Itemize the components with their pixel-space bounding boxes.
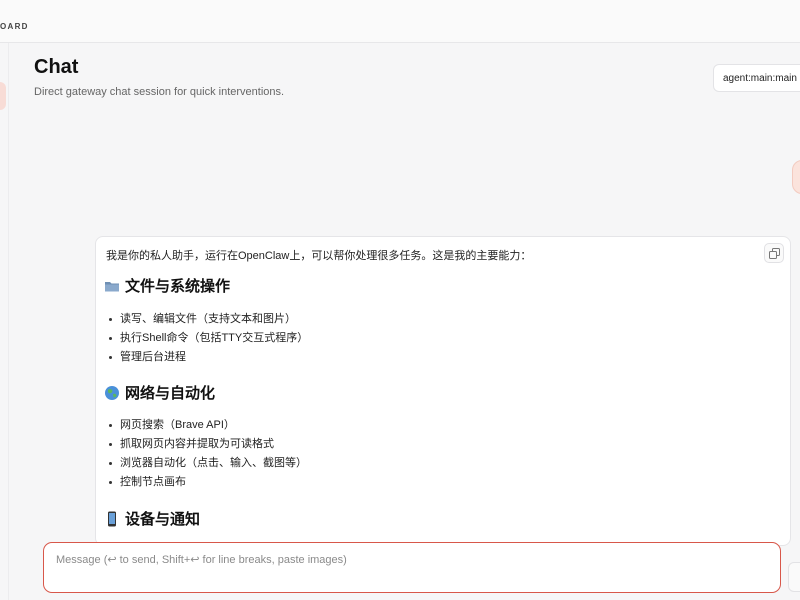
- message-composer[interactable]: [43, 542, 781, 593]
- message-intro: 我是你的私人助手，运行在OpenClaw上，可以帮你处理很多任务。这是我的主要能…: [106, 250, 532, 262]
- copy-icon: [768, 247, 780, 259]
- sidebar-item-active[interactable]: [0, 82, 6, 110]
- bullet-list: 读写、编辑文件（支持文本和图片） 执行Shell命令（包括TTY交互式程序） 管…: [108, 310, 308, 367]
- section-title: 文件与系统操作: [125, 278, 231, 295]
- message-input[interactable]: [56, 554, 756, 566]
- section-title: 网络与自动化: [125, 385, 216, 402]
- section-title: 设备与通知: [125, 511, 201, 528]
- phone-icon: [104, 511, 120, 527]
- page-subtitle: Direct gateway chat session for quick in…: [34, 86, 285, 98]
- send-button[interactable]: [788, 562, 800, 592]
- session-select[interactable]: agent:main:main: [713, 64, 800, 92]
- brand-label: OARD: [0, 22, 29, 31]
- list-item: 执行Shell命令（包括TTY交互式程序）: [108, 329, 308, 348]
- section-heading: 网络与自动化: [104, 382, 215, 403]
- list-item: 浏览器自动化（点击、输入、截图等）: [108, 454, 307, 473]
- sidebar-divider: [8, 43, 9, 600]
- user-message-bubble: [792, 160, 800, 194]
- list-item: 网页搜索（Brave API）: [108, 416, 307, 435]
- section-heading: 文件与系统操作: [104, 275, 230, 296]
- globe-icon: [104, 385, 120, 401]
- list-item: 读写、编辑文件（支持文本和图片）: [108, 310, 308, 329]
- list-item: 抓取网页内容并提取为可读格式: [108, 435, 307, 454]
- page-title: Chat: [34, 56, 79, 78]
- section-heading: 设备与通知: [104, 508, 200, 529]
- list-item: 控制节点画布: [108, 473, 307, 492]
- list-item: 管理后台进程: [108, 348, 308, 367]
- copy-button[interactable]: [764, 243, 784, 263]
- assistant-message: 我是你的私人助手，运行在OpenClaw上，可以帮你处理很多任务。这是我的主要能…: [95, 236, 791, 546]
- top-bar: OARD: [0, 0, 800, 43]
- folder-icon: [104, 278, 120, 294]
- bullet-list: 网页搜索（Brave API） 抓取网页内容并提取为可读格式 浏览器自动化（点击…: [108, 416, 307, 492]
